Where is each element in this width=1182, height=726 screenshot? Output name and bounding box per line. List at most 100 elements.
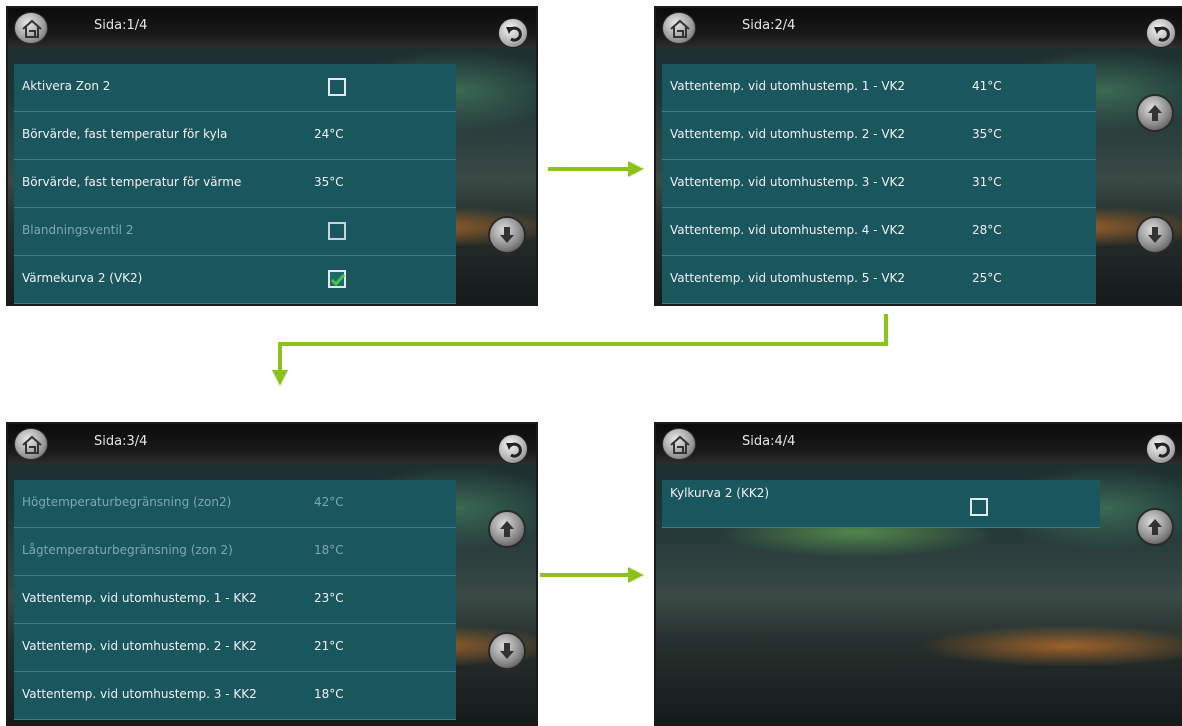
down-arrow-icon: [500, 227, 514, 243]
checkmark-icon: [331, 274, 345, 287]
list-item[interactable]: Vattentemp. vid utomhustemp. 3 - VK2 31°C: [662, 160, 1096, 208]
list-item-value[interactable]: 41°C: [972, 79, 1002, 93]
down-arrow-icon: [1148, 227, 1162, 243]
arrowhead-3-to-4: [628, 567, 644, 583]
list-item-label: Vattentemp. vid utomhustemp. 1 - VK2: [670, 79, 906, 93]
list-item-label: Börvärde, fast temperatur för kyla: [22, 127, 228, 141]
scroll-up-button[interactable]: [1136, 508, 1174, 546]
checkbox[interactable]: [328, 222, 346, 240]
back-arrow-icon: [1154, 26, 1170, 42]
page-title: Sida:4/4: [742, 434, 796, 449]
back-button[interactable]: [1146, 434, 1176, 464]
arrowhead-1-to-2: [628, 161, 644, 177]
screen-page-3: Sida:3/4 Högtemperaturbegränsning (zon2)…: [6, 422, 538, 726]
list-item[interactable]: Kylkurva 2 (KK2): [662, 480, 1100, 528]
top-bar: [656, 424, 1182, 464]
checkbox[interactable]: [328, 78, 346, 96]
list-item[interactable]: Blandningsventil 2: [14, 208, 456, 256]
checkbox[interactable]: [328, 270, 346, 288]
down-arrow-icon: [500, 643, 514, 659]
list-item[interactable]: Värmekurva 2 (VK2): [14, 256, 456, 304]
page-title: Sida:1/4: [94, 18, 148, 33]
list-item[interactable]: Vattentemp. vid utomhustemp. 2 - KK2 21°C: [14, 624, 456, 672]
back-button[interactable]: [498, 434, 528, 464]
list-item[interactable]: Aktivera Zon 2: [14, 64, 456, 112]
list-item[interactable]: Högtemperaturbegränsning (zon2) 42°C: [14, 480, 456, 528]
page-title: Sida:3/4: [94, 434, 148, 449]
list-item-label: Vattentemp. vid utomhustemp. 2 - KK2: [22, 639, 257, 653]
back-arrow-icon: [506, 26, 522, 42]
flow-arrow-3-to-4: [540, 573, 630, 577]
home-icon: [22, 435, 42, 454]
list-item[interactable]: Vattentemp. vid utomhustemp. 4 - VK2 28°C: [662, 208, 1096, 256]
home-button[interactable]: [662, 428, 696, 460]
screen-page-4: Sida:4/4 Kylkurva 2 (KK2): [654, 422, 1182, 726]
list-item-label: Vattentemp. vid utomhustemp. 2 - VK2: [670, 127, 906, 141]
list-item-value[interactable]: 21°C: [314, 639, 344, 653]
list-item-label: Aktivera Zon 2: [22, 79, 111, 93]
flow-arrow-2-to-3-horizontal: [278, 342, 888, 346]
list-item-value[interactable]: 35°C: [972, 127, 1002, 141]
list-item[interactable]: Börvärde, fast temperatur för kyla 24°C: [14, 112, 456, 160]
flow-arrow-1-to-2: [548, 167, 630, 171]
list-item-value[interactable]: 23°C: [314, 591, 344, 605]
list-item-value[interactable]: 42°C: [314, 495, 344, 509]
screen-page-1: Sida:1/4 Aktivera Zon 2 Börvärde, fast t…: [6, 6, 538, 306]
settings-list: Vattentemp. vid utomhustemp. 1 - VK2 41°C…: [662, 64, 1096, 304]
back-arrow-icon: [1154, 442, 1170, 458]
list-item-label: Kylkurva 2 (KK2): [670, 486, 770, 500]
list-item-label: Vattentemp. vid utomhustemp. 3 - KK2: [22, 687, 257, 701]
list-item-label: Värmekurva 2 (VK2): [22, 271, 143, 285]
scroll-down-button[interactable]: [1136, 216, 1174, 254]
back-button[interactable]: [498, 18, 528, 48]
up-arrow-icon: [1148, 519, 1162, 535]
arrowhead-2-to-3: [272, 370, 288, 386]
list-item-value[interactable]: 25°C: [972, 271, 1002, 285]
settings-list: Högtemperaturbegränsning (zon2) 42°C Lågt…: [14, 480, 456, 720]
list-item[interactable]: Lågtemperaturbegränsning (zon 2) 18°C: [14, 528, 456, 576]
up-arrow-icon: [1148, 105, 1162, 121]
top-bar: [656, 8, 1182, 48]
back-arrow-icon: [506, 442, 522, 458]
list-item-value[interactable]: 18°C: [314, 687, 344, 701]
home-button[interactable]: [14, 428, 48, 460]
list-item-label: Lågtemperaturbegränsning (zon 2): [22, 543, 233, 557]
list-item-label: Högtemperaturbegränsning (zon2): [22, 495, 232, 509]
settings-list: Aktivera Zon 2 Börvärde, fast temperatur…: [14, 64, 456, 304]
list-item[interactable]: Börvärde, fast temperatur för värme 35°C: [14, 160, 456, 208]
flow-arrow-2-to-3-down: [278, 342, 282, 372]
list-item-label: Blandningsventil 2: [22, 223, 134, 237]
list-item-value[interactable]: 31°C: [972, 175, 1002, 189]
top-bar: [8, 8, 536, 48]
home-icon: [22, 19, 42, 38]
settings-list: Kylkurva 2 (KK2): [662, 480, 1100, 528]
home-icon: [670, 19, 690, 38]
list-item-value[interactable]: 18°C: [314, 543, 344, 557]
back-button[interactable]: [1146, 18, 1176, 48]
list-item[interactable]: Vattentemp. vid utomhustemp. 5 - VK2 25°C: [662, 256, 1096, 304]
home-icon: [670, 435, 690, 454]
list-item-label: Vattentemp. vid utomhustemp. 3 - VK2: [670, 175, 906, 189]
list-item-value[interactable]: 35°C: [314, 175, 344, 189]
home-button[interactable]: [14, 12, 48, 44]
top-bar: [8, 424, 536, 464]
scroll-up-button[interactable]: [1136, 94, 1174, 132]
list-item-label: Vattentemp. vid utomhustemp. 4 - VK2: [670, 223, 906, 237]
list-item[interactable]: Vattentemp. vid utomhustemp. 1 - VK2 41°C: [662, 64, 1096, 112]
list-item-label: Börvärde, fast temperatur för värme: [22, 175, 242, 189]
list-item-value[interactable]: 24°C: [314, 127, 344, 141]
list-item-label: Vattentemp. vid utomhustemp. 1 - KK2: [22, 591, 257, 605]
home-button[interactable]: [662, 12, 696, 44]
checkbox[interactable]: [970, 498, 988, 516]
screen-page-2: Sida:2/4 Vattentemp. vid utomhustemp. 1 …: [654, 6, 1182, 306]
list-item-value[interactable]: 28°C: [972, 223, 1002, 237]
up-arrow-icon: [500, 521, 514, 537]
list-item[interactable]: Vattentemp. vid utomhustemp. 3 - KK2 18°C: [14, 672, 456, 720]
list-item[interactable]: Vattentemp. vid utomhustemp. 2 - VK2 35°C: [662, 112, 1096, 160]
scroll-down-button[interactable]: [488, 632, 526, 670]
list-item-label: Vattentemp. vid utomhustemp. 5 - VK2: [670, 271, 906, 285]
scroll-down-button[interactable]: [488, 216, 526, 254]
scroll-up-button[interactable]: [488, 510, 526, 548]
list-item[interactable]: Vattentemp. vid utomhustemp. 1 - KK2 23°C: [14, 576, 456, 624]
page-title: Sida:2/4: [742, 18, 796, 33]
